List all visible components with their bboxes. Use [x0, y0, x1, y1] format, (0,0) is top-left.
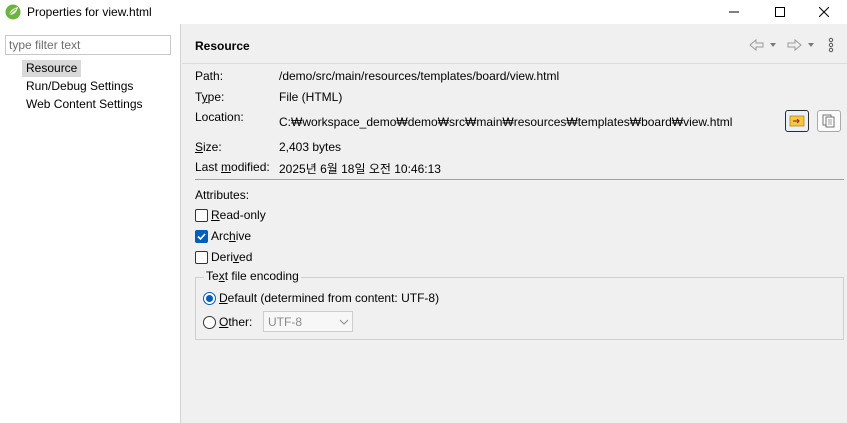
default-encoding-label: Default (determined from content: UTF-8) [219, 291, 440, 305]
page-header: Resource [182, 24, 847, 64]
radio-button[interactable] [203, 315, 216, 329]
navigation-pane: Resource Run/Debug Settings Web Content … [0, 24, 181, 423]
checkbox-box[interactable] [195, 229, 208, 243]
text-file-encoding-group: Text file encoding Default (determined f… [195, 269, 844, 340]
maximize-icon [775, 7, 785, 17]
minimize-button[interactable] [711, 0, 757, 24]
close-button[interactable] [801, 0, 847, 24]
location-value: C:₩workspace_demo₩demo₩src₩main₩resource… [279, 115, 733, 129]
window-title: Properties for view.html [27, 5, 152, 19]
tree-item-resource[interactable]: Resource [22, 60, 82, 77]
archive-label: Archive [211, 229, 252, 243]
archive-checkbox[interactable]: Archive [195, 228, 251, 244]
last-modified-label: Last modified: [195, 160, 270, 174]
separator [195, 179, 844, 180]
view-menu-button[interactable] [828, 37, 834, 53]
encoding-group-title: Text file encoding [204, 269, 301, 283]
page-title: Resource [195, 39, 250, 53]
type-label: Type: [195, 90, 225, 104]
last-modified-value: 2025년 6월 18일 오전 10:46:13 [279, 162, 441, 176]
read-only-label: Read-only [211, 208, 266, 222]
checkbox-box[interactable] [195, 208, 208, 222]
radio-button[interactable] [203, 291, 216, 305]
tree-item-run-debug-settings[interactable]: Run/Debug Settings [22, 78, 137, 95]
checkbox-box[interactable] [195, 250, 208, 264]
title-bar: Properties for view.html [0, 0, 847, 24]
derived-checkbox[interactable]: Derived [195, 249, 252, 265]
back-arrow-icon [749, 38, 776, 52]
derived-label: Derived [211, 250, 253, 264]
minimize-icon [729, 11, 739, 13]
view-menu-icon [828, 37, 834, 53]
eclipse-spring-icon [5, 4, 21, 20]
path-label: Path: [195, 69, 224, 83]
maximize-button[interactable] [757, 0, 803, 24]
encoding-select-value: UTF-8 [268, 315, 302, 329]
close-icon [819, 7, 829, 17]
location-label: Location: [195, 110, 244, 124]
filter-input[interactable] [5, 35, 171, 55]
folder-arrow-icon [789, 115, 805, 127]
default-encoding-radio[interactable]: Default (determined from content: UTF-8) [203, 290, 439, 306]
read-only-checkbox[interactable]: Read-only [195, 207, 266, 223]
path-value: /demo/src/main/resources/templates/board… [279, 69, 560, 83]
copy-icon [822, 114, 835, 128]
attributes-label: Attributes: [195, 188, 250, 202]
checkmark-icon [197, 232, 206, 240]
tree-item-web-content-settings[interactable]: Web Content Settings [22, 96, 147, 113]
chevron-down-icon [339, 319, 349, 325]
other-encoding-label: Other: [219, 315, 253, 329]
show-in-explorer-button[interactable] [785, 110, 809, 132]
forward-arrow-icon [787, 38, 814, 52]
encoding-select[interactable]: UTF-8 [263, 311, 353, 332]
copy-path-button[interactable] [817, 110, 841, 132]
forward-button[interactable] [787, 37, 815, 53]
back-button[interactable] [749, 37, 777, 53]
properties-page: Resource Path: /demo/src/main/resources/… [182, 24, 847, 423]
type-value: File (HTML) [279, 90, 343, 104]
size-value: 2,403 bytes [279, 140, 342, 154]
size-label: Size: [195, 140, 222, 154]
other-encoding-radio[interactable]: Other: [203, 314, 252, 330]
